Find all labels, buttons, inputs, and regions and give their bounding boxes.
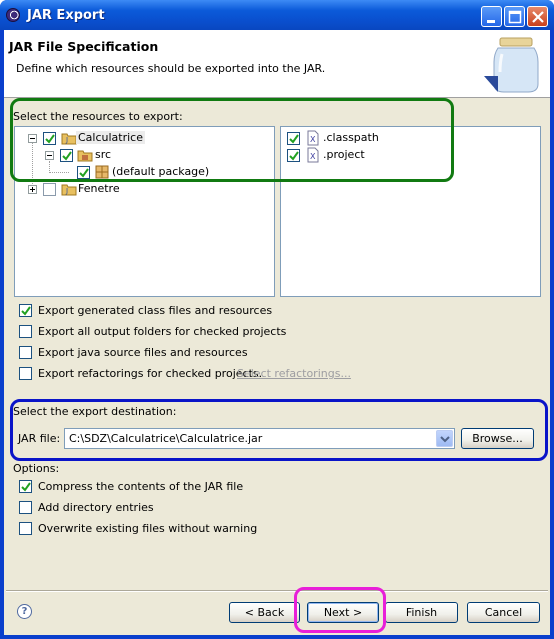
- options-label: Options:: [13, 462, 60, 475]
- export-output-folders-option[interactable]: Export all output folders for checked pr…: [19, 324, 439, 340]
- checkbox[interactable]: [19, 367, 32, 380]
- option-label: Add directory entries: [38, 501, 154, 514]
- list-item-label: .classpath: [323, 131, 379, 144]
- xml-file-icon: X: [307, 147, 319, 163]
- project-folder-icon: J: [61, 184, 77, 196]
- tree-item-fenetre[interactable]: J Fenetre: [15, 181, 270, 197]
- chevron-down-icon[interactable]: [436, 430, 453, 447]
- source-folder-icon: [77, 150, 93, 162]
- jar-file-combo[interactable]: C:\SDZ\Calculatrice\Calculatrice.jar: [64, 428, 455, 449]
- page-title: JAR File Specification: [9, 39, 159, 54]
- tree-item-label: (default package): [112, 165, 210, 178]
- option-label: Export refactorings for checked projects…: [38, 367, 263, 380]
- tree-item-label: Calculatrice: [76, 131, 146, 144]
- select-refactorings-link[interactable]: Select refactorings...: [237, 367, 351, 380]
- checkbox[interactable]: [19, 304, 32, 317]
- export-refactorings-option[interactable]: Export refactorings for checked projects…: [19, 366, 262, 382]
- collapse-icon[interactable]: [45, 151, 54, 160]
- maximize-button[interactable]: [504, 6, 525, 27]
- cancel-button[interactable]: Cancel: [467, 602, 540, 623]
- close-button[interactable]: [527, 6, 548, 27]
- checkbox[interactable]: [43, 132, 56, 145]
- checkbox[interactable]: [19, 346, 32, 359]
- list-item-project[interactable]: X .project: [281, 147, 536, 163]
- export-class-files-option[interactable]: Export generated class files and resourc…: [19, 303, 439, 319]
- tree-item-src[interactable]: src: [15, 147, 270, 163]
- overwrite-option[interactable]: Overwrite existing files without warning: [19, 521, 439, 537]
- checkbox[interactable]: [43, 183, 56, 196]
- svg-text:X: X: [310, 152, 316, 161]
- option-label: Export generated class files and resourc…: [38, 304, 273, 317]
- svg-text:J: J: [65, 136, 68, 144]
- jar-icon: [484, 37, 539, 93]
- title-bar[interactable]: JAR Export: [0, 0, 554, 30]
- window-title: JAR Export: [27, 8, 105, 23]
- wizard-header: JAR File Specification Define which reso…: [4, 30, 550, 98]
- checkbox[interactable]: [19, 522, 32, 535]
- jar-file-label: JAR file:: [18, 432, 61, 445]
- jar-file-value: C:\SDZ\Calculatrice\Calculatrice.jar: [69, 432, 263, 445]
- list-item-label: .project: [323, 148, 365, 161]
- dialog-body: JAR File Specification Define which reso…: [4, 30, 550, 635]
- option-label: Export java source files and resources: [38, 346, 248, 359]
- minimize-button[interactable]: [481, 6, 502, 27]
- help-icon[interactable]: ?: [17, 604, 32, 619]
- project-folder-icon: J: [61, 133, 77, 145]
- eclipse-icon: [6, 8, 20, 22]
- option-label: Export all output folders for checked pr…: [38, 325, 287, 338]
- option-label: Overwrite existing files without warning: [38, 522, 258, 535]
- tree-item-calculatrice[interactable]: J Calculatrice: [15, 130, 270, 146]
- compress-option[interactable]: Compress the contents of the JAR file: [19, 479, 439, 495]
- svg-text:X: X: [310, 135, 316, 144]
- package-icon: [95, 165, 109, 179]
- file-list[interactable]: X .classpath X .project: [280, 126, 541, 297]
- separator: [6, 590, 548, 592]
- tree-item-label: Fenetre: [78, 182, 120, 195]
- collapse-icon[interactable]: [28, 134, 37, 143]
- directory-entries-option[interactable]: Add directory entries: [19, 500, 439, 516]
- finish-button[interactable]: Finish: [385, 602, 458, 623]
- svg-text:J: J: [65, 187, 68, 195]
- option-label: Compress the contents of the JAR file: [38, 480, 244, 493]
- checkbox[interactable]: [77, 166, 90, 179]
- checkbox[interactable]: [60, 149, 73, 162]
- resources-label: Select the resources to export:: [13, 110, 183, 123]
- checkbox[interactable]: [19, 480, 32, 493]
- jar-export-window: JAR Export JAR File Specification Define…: [0, 0, 554, 639]
- destination-label: Select the export destination:: [13, 405, 177, 418]
- next-button[interactable]: Next >: [307, 602, 379, 623]
- checkbox[interactable]: [287, 132, 300, 145]
- checkbox[interactable]: [19, 325, 32, 338]
- checkbox[interactable]: [19, 501, 32, 514]
- tree-item-default-package[interactable]: (default package): [15, 164, 270, 180]
- list-item-classpath[interactable]: X .classpath: [281, 130, 536, 146]
- back-button[interactable]: < Back: [229, 602, 300, 623]
- resource-tree[interactable]: J Calculatrice src (default package) J F…: [14, 126, 275, 297]
- export-source-files-option[interactable]: Export java source files and resources: [19, 345, 439, 361]
- xml-file-icon: X: [307, 130, 319, 146]
- page-description: Define which resources should be exporte…: [16, 62, 326, 75]
- tree-item-label: src: [95, 148, 112, 161]
- checkbox[interactable]: [287, 149, 300, 162]
- expand-icon[interactable]: [28, 185, 37, 194]
- browse-button[interactable]: Browse...: [461, 428, 534, 449]
